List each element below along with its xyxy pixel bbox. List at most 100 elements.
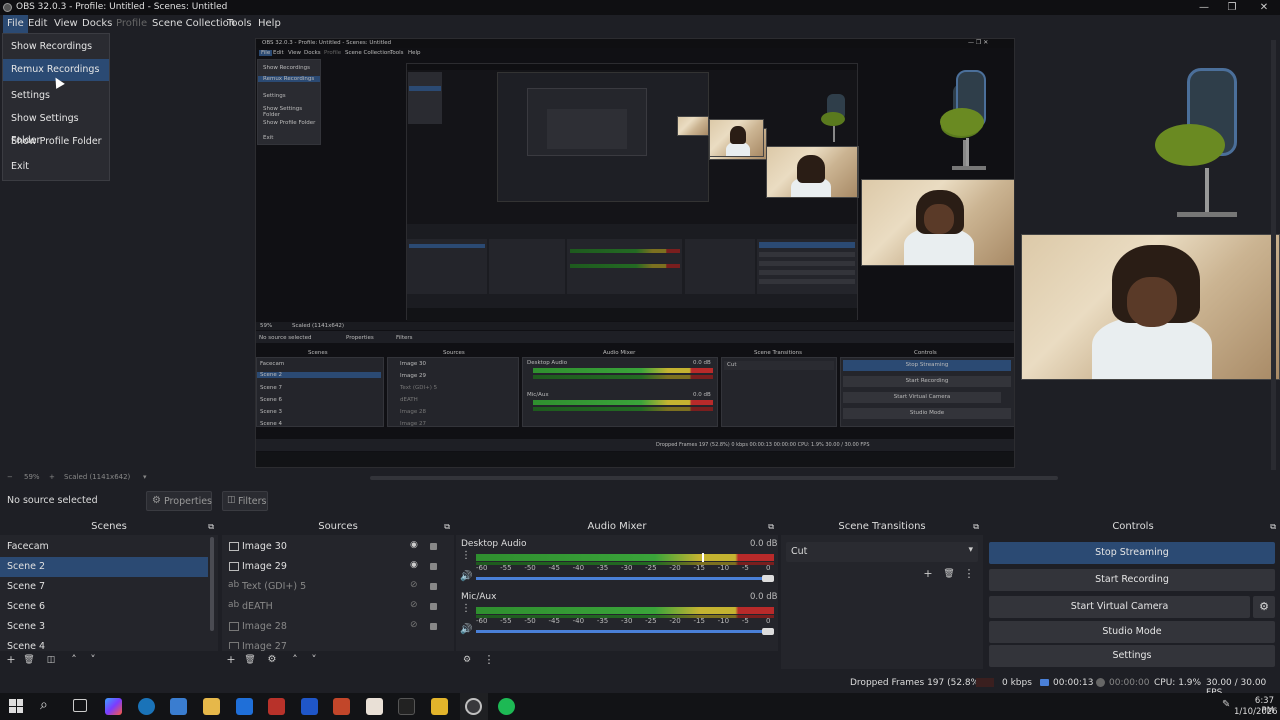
- add-scene-icon[interactable]: +: [4, 653, 18, 667]
- volume-slider[interactable]: [476, 630, 762, 633]
- scene-item[interactable]: Scene 6: [0, 597, 208, 617]
- filters-button[interactable]: ◫ Filters: [222, 491, 268, 511]
- volume-knob[interactable]: [762, 628, 774, 635]
- app-icon[interactable]: [366, 698, 383, 715]
- scene-filters-icon[interactable]: ◫: [44, 653, 58, 667]
- start-recording-button[interactable]: Start Recording: [989, 569, 1275, 591]
- add-source-icon[interactable]: +: [224, 653, 238, 667]
- eye-hidden-icon[interactable]: ⊘: [410, 600, 418, 610]
- scene-item[interactable]: Scene 4: [0, 637, 208, 651]
- eye-hidden-icon[interactable]: ⊘: [410, 580, 418, 590]
- lock-icon[interactable]: [430, 603, 437, 610]
- scene-item[interactable]: Facecam: [0, 537, 208, 557]
- more-icon[interactable]: ⋮: [461, 603, 471, 614]
- undock-icon[interactable]: ⧉: [444, 519, 450, 535]
- menu-show-recordings[interactable]: Show Recordings: [3, 36, 109, 58]
- source-name: Image 29: [242, 561, 287, 572]
- eye-icon[interactable]: ◉: [410, 560, 418, 570]
- pen-icon[interactable]: ✎: [1222, 699, 1230, 710]
- nested-dd-item: Show Settings Folder: [263, 106, 303, 118]
- store-icon[interactable]: [170, 698, 187, 715]
- preview-hscrollbar[interactable]: [370, 476, 1058, 480]
- scene-item[interactable]: Scene 2: [0, 557, 208, 577]
- speaker-icon[interactable]: 🔊: [460, 571, 472, 582]
- move-up-icon[interactable]: ˄: [288, 653, 302, 667]
- scene-item[interactable]: Scene 7: [0, 577, 208, 597]
- add-transition-icon[interactable]: +: [921, 567, 935, 581]
- db-scale-label: -10: [717, 564, 730, 572]
- nested-menu-help: Help: [408, 50, 421, 56]
- menu-edit[interactable]: Edit: [28, 15, 47, 33]
- app-icon[interactable]: [398, 698, 415, 715]
- controls-dock-header: Controls ⧉: [986, 519, 1280, 535]
- windows-start-icon[interactable]: [9, 699, 23, 713]
- app-icon[interactable]: [268, 698, 285, 715]
- stop-streaming-button[interactable]: Stop Streaming: [989, 542, 1275, 564]
- copilot-icon[interactable]: [105, 698, 122, 715]
- spotify-icon[interactable]: [498, 698, 515, 715]
- menu-tools[interactable]: Tools: [227, 15, 252, 33]
- menu-help[interactable]: Help: [258, 15, 281, 33]
- task-view-icon[interactable]: [73, 699, 87, 712]
- menu-view[interactable]: View: [54, 15, 78, 33]
- app-icon[interactable]: [333, 698, 350, 715]
- edge-icon[interactable]: [138, 698, 155, 715]
- properties-button[interactable]: ⚙ Properties: [146, 491, 212, 511]
- menu-show-profile-folder[interactable]: Show Profile Folder: [3, 131, 109, 153]
- undock-icon[interactable]: ⧉: [208, 519, 214, 535]
- zoom-in-button[interactable]: +: [49, 473, 55, 481]
- obs-active-highlight: [460, 693, 488, 720]
- file-explorer-icon[interactable]: [203, 698, 220, 715]
- studio-mode-button[interactable]: Studio Mode: [989, 621, 1275, 643]
- db-scale-label: -35: [596, 617, 609, 625]
- lock-icon[interactable]: [430, 583, 437, 590]
- menu-profile[interactable]: Profile: [116, 15, 147, 33]
- remove-source-icon[interactable]: 🗑: [243, 653, 257, 667]
- app-icon[interactable]: [301, 698, 318, 715]
- more-icon[interactable]: ⋮: [962, 567, 976, 581]
- more-icon[interactable]: ⋮: [461, 550, 471, 561]
- lock-icon[interactable]: [430, 623, 437, 630]
- move-down-icon[interactable]: ˅: [307, 653, 321, 667]
- move-down-icon[interactable]: ˅: [86, 653, 100, 667]
- undock-icon[interactable]: ⧉: [973, 519, 979, 535]
- move-up-icon[interactable]: ˄: [67, 653, 81, 667]
- remove-scene-icon[interactable]: 🗑: [22, 653, 36, 667]
- remove-transition-icon[interactable]: 🗑: [942, 567, 956, 581]
- source-properties-icon[interactable]: ⚙: [265, 653, 279, 667]
- lock-icon[interactable]: [430, 563, 437, 570]
- lock-icon[interactable]: [430, 543, 437, 550]
- nested-menu-docks: Docks: [304, 50, 321, 56]
- preview-vscrollbar[interactable]: [1271, 40, 1276, 470]
- zoom-out-button[interactable]: −: [7, 473, 13, 481]
- source-item[interactable]: Image 27: [222, 637, 450, 651]
- undock-icon[interactable]: ⧉: [768, 519, 774, 535]
- eye-icon[interactable]: ◉: [410, 540, 418, 550]
- menu-exit[interactable]: Exit: [3, 156, 109, 178]
- menu-show-settings-folder[interactable]: Show Settings Folder: [3, 108, 109, 146]
- menu-scene-collection[interactable]: Scene Collection: [152, 15, 235, 33]
- speaker-icon[interactable]: 🔊: [460, 624, 472, 635]
- start-virtual-camera-button[interactable]: Start Virtual Camera: [989, 596, 1250, 618]
- eye-hidden-icon[interactable]: ⊘: [410, 620, 418, 630]
- scene-item[interactable]: Scene 3: [0, 617, 208, 637]
- menu-docks[interactable]: Docks: [82, 15, 112, 33]
- scale-dropdown-icon[interactable]: ▾: [143, 473, 147, 481]
- menu-file[interactable]: File: [3, 15, 28, 33]
- nested-dd-item: Remux Recordings: [258, 76, 320, 82]
- properties-label: Properties: [164, 496, 213, 507]
- mail-icon[interactable]: [236, 698, 253, 715]
- undock-icon[interactable]: ⧉: [1270, 519, 1276, 535]
- app-icon[interactable]: [431, 698, 448, 715]
- settings-button[interactable]: Settings: [989, 645, 1275, 667]
- virtual-camera-settings-icon[interactable]: ⚙: [1253, 596, 1275, 618]
- scenes-scrollbar[interactable]: [210, 537, 214, 631]
- transition-select[interactable]: Cut ▾: [786, 542, 978, 562]
- volume-knob[interactable]: [762, 575, 774, 582]
- volume-slider[interactable]: [476, 577, 762, 580]
- more-icon[interactable]: ⋮: [482, 653, 496, 667]
- close-button[interactable]: ✕: [1248, 0, 1280, 15]
- maximize-button[interactable]: ❐: [1216, 0, 1248, 15]
- search-icon[interactable]: ⌕: [40, 697, 48, 713]
- advanced-audio-icon[interactable]: ⚙: [460, 653, 474, 667]
